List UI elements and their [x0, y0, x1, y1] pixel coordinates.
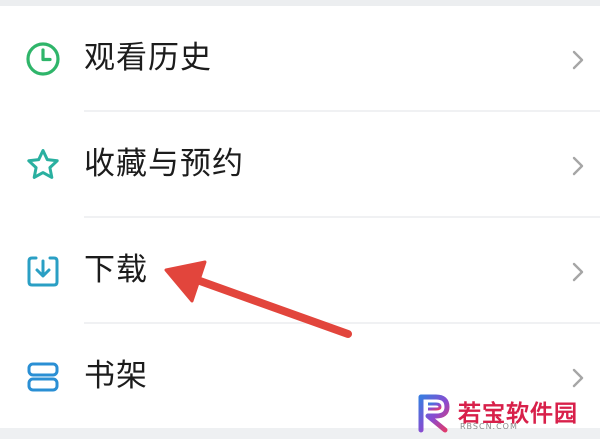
download-icon — [24, 252, 62, 290]
chevron-right-icon — [570, 154, 586, 178]
menu-list: 观看历史 收藏与预约 下载 书架 — [0, 6, 600, 428]
watermark-domain: RBSCN.COM — [460, 422, 518, 431]
chevron-right-icon — [570, 48, 586, 72]
menu-item-label: 下载 — [84, 252, 148, 288]
watermark: 若宝软件园 RBSCN.COM — [414, 392, 594, 434]
menu-item-favorites-reservations[interactable]: 收藏与预约 — [0, 112, 600, 218]
chevron-right-icon — [570, 366, 586, 390]
menu-item-label: 收藏与预约 — [84, 146, 244, 182]
watermark-logo-icon — [414, 392, 456, 434]
menu-item-watch-history[interactable]: 观看历史 — [0, 6, 600, 112]
chevron-right-icon — [570, 260, 586, 284]
star-icon — [24, 146, 62, 184]
menu-item-label: 观看历史 — [84, 40, 212, 76]
bookshelf-icon — [24, 358, 62, 396]
menu-item-label: 书架 — [84, 358, 148, 394]
menu-item-download[interactable]: 下载 — [0, 218, 600, 324]
clock-icon — [24, 40, 62, 78]
